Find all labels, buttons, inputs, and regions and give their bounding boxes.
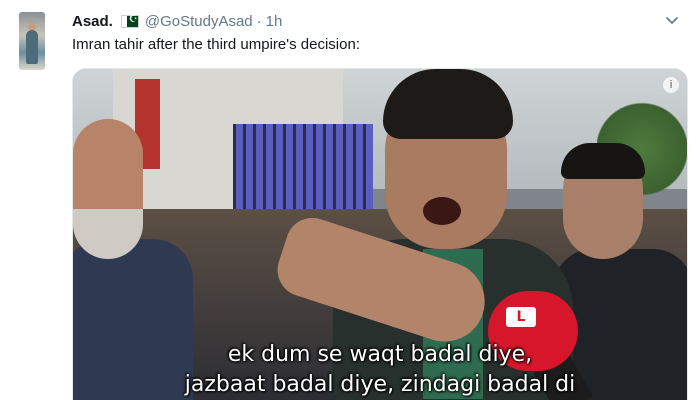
- media-info-icon[interactable]: i: [663, 77, 679, 93]
- person-right-hair: [561, 143, 645, 179]
- chevron-down-icon[interactable]: [664, 12, 680, 28]
- tweet-text: Imran tahir after the third umpire's dec…: [72, 36, 360, 53]
- person-center-mouth: [423, 197, 461, 225]
- tweet-card[interactable]: Asad. @GoStudyAsad · 1h Imran tahir afte…: [0, 0, 700, 400]
- avatar-figure: [26, 30, 38, 64]
- subtitle-line-1: ek dum se waqt badal diye,: [227, 342, 533, 367]
- display-name[interactable]: Asad.: [72, 13, 113, 30]
- separator-dot: ·: [256, 12, 262, 30]
- person-center-hair: [383, 69, 513, 139]
- microphone-logo: L: [506, 307, 536, 327]
- subtitle-line-2: jazbaat badal diye, zindagi badal di: [184, 372, 576, 397]
- tweet-header: Asad. @GoStudyAsad · 1h: [72, 10, 282, 32]
- pakistan-flag-icon: [120, 14, 139, 28]
- avatar[interactable]: [19, 12, 45, 70]
- user-handle[interactable]: @GoStudyAsad: [145, 13, 253, 30]
- tweet-media[interactable]: L ek dum se waqt badal diye, jazbaat bad…: [72, 68, 688, 400]
- timestamp[interactable]: 1h: [266, 13, 283, 30]
